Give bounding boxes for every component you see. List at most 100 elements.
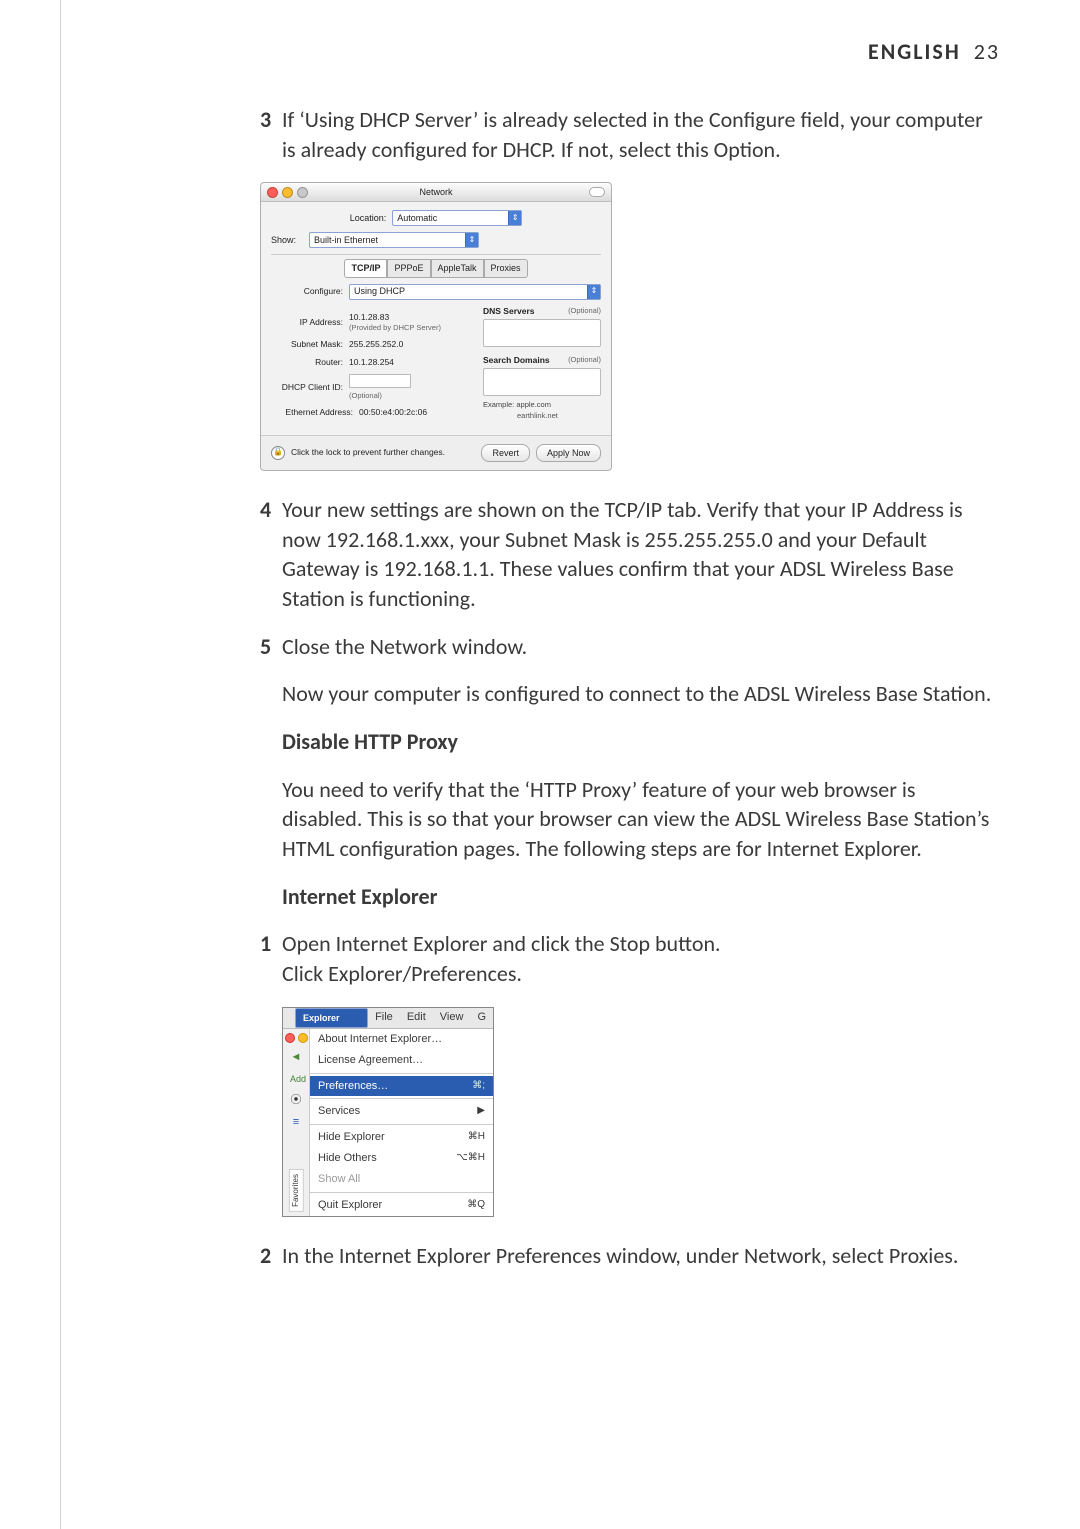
header-page-number: 23: [974, 38, 1000, 65]
dns-servers-input[interactable]: [483, 319, 601, 347]
example-value-2: earthlink.net: [517, 411, 601, 421]
example-value-1: apple.com: [516, 400, 551, 409]
configure-value: Using DHCP: [354, 285, 405, 297]
back-icon[interactable]: ◄: [289, 1051, 303, 1065]
ie-step-2-number: 2: [260, 1241, 282, 1271]
submenu-arrow-icon: ▶: [477, 1104, 485, 1119]
chevron-updown-icon: ⇕: [587, 285, 600, 299]
revert-button[interactable]: Revert: [481, 444, 530, 462]
menu-item-about[interactable]: About Internet Explorer…: [310, 1029, 493, 1050]
menu-item-license[interactable]: License Agreement…: [310, 1050, 493, 1071]
location-select[interactable]: Automatic ⇕: [392, 210, 522, 226]
lock-text: Click the lock to prevent further change…: [291, 447, 475, 458]
explorer-dropdown: About Internet Explorer… License Agreeme…: [310, 1029, 493, 1216]
ie-step-2-text: In the Internet Explorer Preferences win…: [282, 1241, 1000, 1271]
search-domains-optional: (Optional): [568, 355, 601, 366]
step-3-number: 3: [260, 105, 282, 164]
dns-servers-label: DNS Servers: [483, 306, 535, 317]
menu-item-services[interactable]: Services ▶: [310, 1101, 493, 1122]
configure-label: Configure:: [271, 286, 349, 297]
router-value: 10.1.28.254: [349, 357, 394, 368]
apply-now-button[interactable]: Apply Now: [536, 444, 601, 462]
ie-step-2: 2 In the Internet Explorer Preferences w…: [260, 1241, 1000, 1271]
menu-item-hide-others[interactable]: Hide Others ⌥⌘H: [310, 1148, 493, 1169]
menu-file[interactable]: File: [368, 1008, 400, 1027]
ethernet-address-value: 00:50:e4:00:2c:06: [359, 407, 427, 418]
close-icon[interactable]: [285, 1033, 295, 1043]
ip-address-value: 10.1.28.83: [349, 312, 441, 323]
apple-menu-icon[interactable]: [283, 1016, 295, 1020]
quit-shortcut: ⌘Q: [467, 1198, 485, 1213]
tab-proxies[interactable]: Proxies: [484, 259, 528, 277]
show-select[interactable]: Built-in Ethernet ⇕: [309, 232, 479, 248]
menu-item-show-all: Show All: [310, 1169, 493, 1190]
menu-edit[interactable]: Edit: [400, 1008, 433, 1027]
dns-servers-optional: (Optional): [568, 306, 601, 317]
disable-http-proxy-text: You need to verify that the ‘HTTP Proxy’…: [282, 775, 1000, 864]
location-label: Location:: [350, 212, 387, 224]
after-step5-text: Now your computer is configured to conne…: [282, 679, 1000, 709]
ethernet-address-label: Ethernet Address:: [271, 407, 359, 418]
ip-address-sub: (Provided by DHCP Server): [349, 323, 441, 333]
chevron-updown-icon: ⇕: [508, 211, 521, 225]
hide-others-shortcut: ⌥⌘H: [456, 1151, 485, 1166]
step-5-text: Close the Network window.: [282, 632, 1000, 662]
step-4-number: 4: [260, 495, 282, 614]
hide-explorer-shortcut: ⌘H: [468, 1130, 485, 1145]
tab-pppoe[interactable]: PPPoE: [387, 259, 430, 277]
ie-step-1-line1: Open Internet Explorer and click the Sto…: [282, 930, 721, 957]
mac-menubar: Explorer File Edit View G: [283, 1008, 493, 1029]
menu-explorer[interactable]: Explorer: [295, 1008, 368, 1028]
menu-go[interactable]: G: [470, 1008, 493, 1027]
location-value: Automatic: [397, 212, 437, 224]
tab-tcpip[interactable]: TCP/IP: [344, 259, 387, 277]
step-5: 5 Close the Network window.: [260, 632, 1000, 662]
example-label: Example:: [483, 400, 514, 409]
dhcp-client-id-sub: (Optional): [349, 391, 411, 401]
menu-item-preferences[interactable]: Preferences… ⌘;: [310, 1076, 493, 1097]
search-domains-label: Search Domains: [483, 355, 550, 366]
step-4: 4 Your new settings are shown on the TCP…: [260, 495, 1000, 614]
dhcp-client-id-input[interactable]: [349, 374, 411, 388]
menu-item-quit[interactable]: Quit Explorer ⌘Q: [310, 1195, 493, 1216]
stop-icon[interactable]: ⦿: [289, 1093, 303, 1107]
step-5-number: 5: [260, 632, 282, 662]
window-title: Network: [261, 186, 611, 198]
search-domains-example: Example: apple.com earthlink.net: [483, 400, 601, 420]
sidebar-add-label: Add: [286, 1073, 306, 1085]
subnet-mask-label: Subnet Mask:: [271, 339, 349, 350]
mac-network-window: Network Location: Automatic ⇕ Show:: [260, 182, 612, 471]
show-value: Built-in Ethernet: [314, 234, 378, 246]
figure-ie-menu: Explorer File Edit View G ◄ Add ⦿: [282, 1007, 1000, 1217]
configure-select[interactable]: Using DHCP ⇕: [349, 284, 601, 300]
history-icon[interactable]: ≡: [289, 1115, 303, 1129]
left-margin-rule: [60, 0, 61, 1529]
menu-view[interactable]: View: [433, 1008, 471, 1027]
chevron-updown-icon: ⇕: [465, 233, 478, 247]
page-header: ENGLISH 23: [60, 38, 1000, 65]
ie-sidebar: ◄ Add ⦿ ≡ Favorites: [283, 1029, 310, 1216]
header-language: ENGLISH: [868, 38, 961, 65]
ie-menu-window: Explorer File Edit View G ◄ Add ⦿: [282, 1007, 494, 1217]
tab-appletalk[interactable]: AppleTalk: [431, 259, 484, 277]
ip-address-label: IP Address:: [271, 317, 349, 328]
step-3-text: If ‘Using DHCP Server’ is already select…: [282, 105, 1000, 164]
search-domains-input[interactable]: [483, 368, 601, 396]
minimize-icon[interactable]: [298, 1033, 308, 1043]
ie-step-1-number: 1: [260, 929, 282, 988]
preferences-shortcut: ⌘;: [472, 1079, 485, 1094]
disable-http-proxy-heading: Disable HTTP Proxy: [282, 727, 1000, 757]
step-3: 3 If ‘Using DHCP Server’ is already sele…: [260, 105, 1000, 164]
internet-explorer-heading: Internet Explorer: [282, 882, 1000, 912]
favorites-tab[interactable]: Favorites: [289, 1169, 304, 1212]
router-label: Router:: [271, 357, 349, 368]
figure-network-window: Network Location: Automatic ⇕ Show:: [260, 182, 1000, 471]
subnet-mask-value: 255.255.252.0: [349, 339, 403, 350]
lock-icon[interactable]: 🔒: [271, 446, 285, 460]
mac-titlebar: Network: [261, 183, 611, 202]
dhcp-client-id-label: DHCP Client ID:: [271, 382, 349, 393]
show-label: Show:: [271, 234, 303, 246]
tab-bar: TCP/IP PPPoE AppleTalk Proxies: [271, 259, 601, 277]
menu-item-hide-explorer[interactable]: Hide Explorer ⌘H: [310, 1127, 493, 1148]
ie-step-1-line2: Click Explorer/Preferences.: [282, 960, 522, 987]
